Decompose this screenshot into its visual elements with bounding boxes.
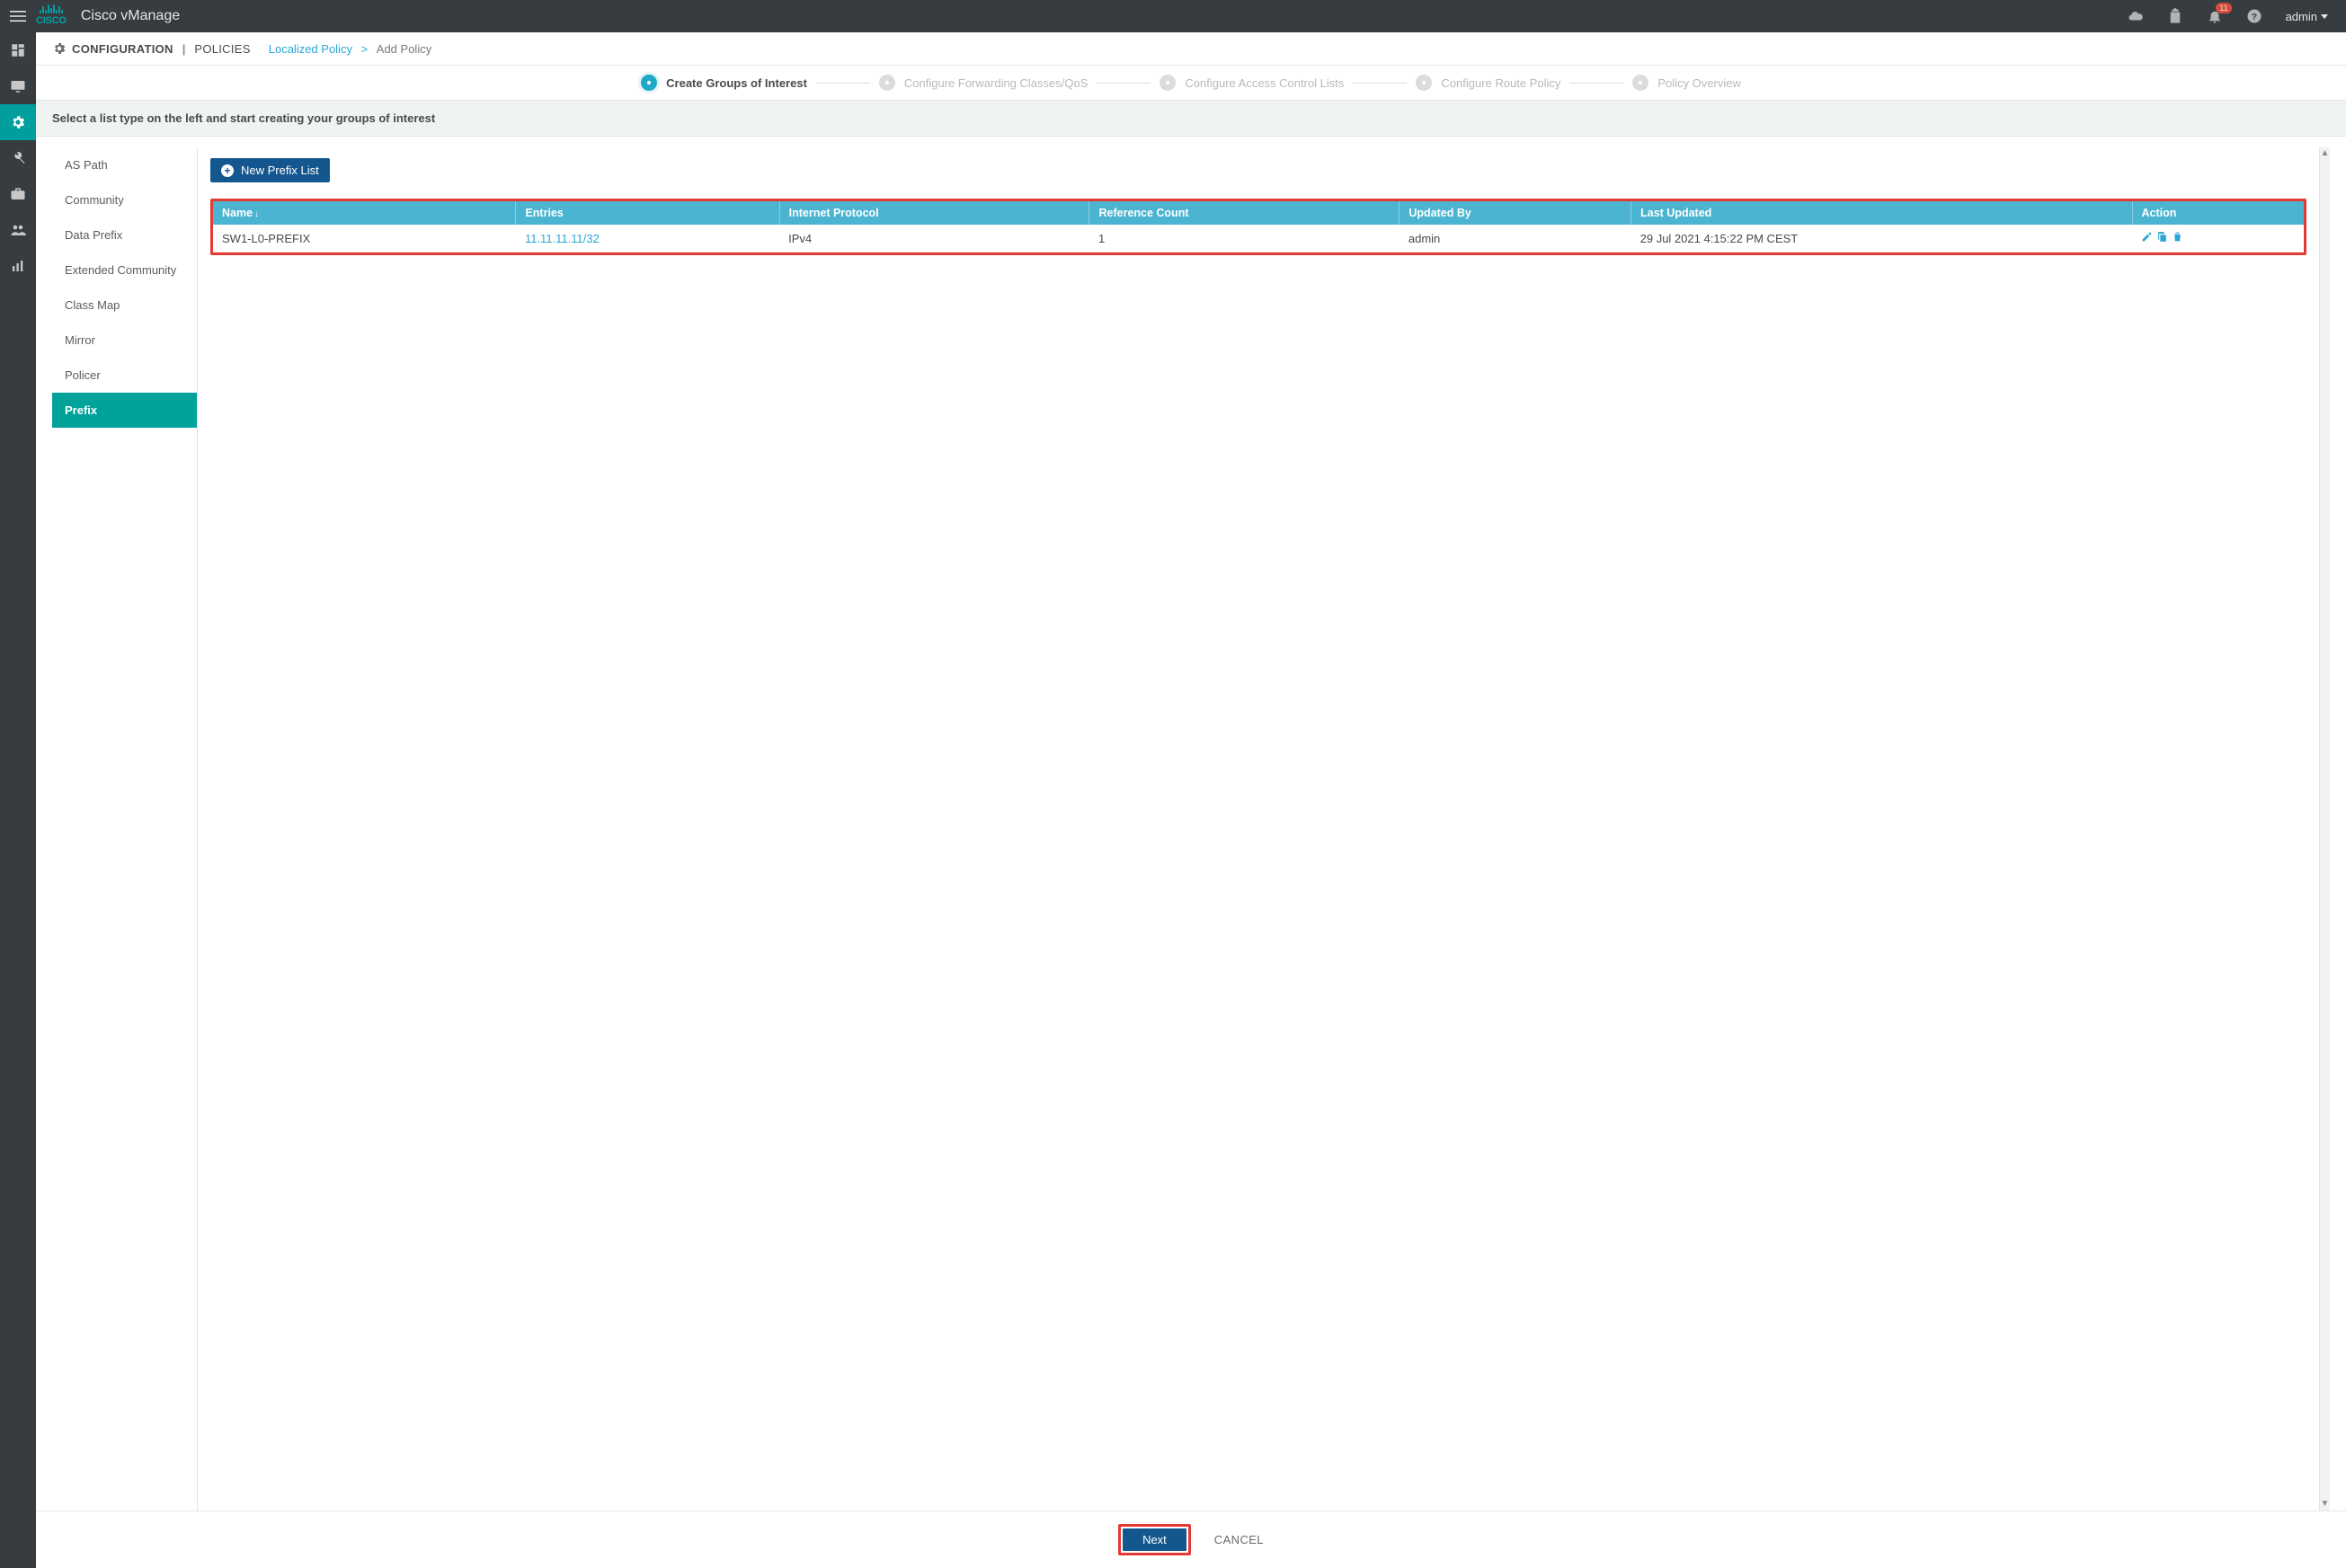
step-route[interactable]: Configure Route Policy: [1416, 75, 1560, 91]
breadcrumb-section: CONFIGURATION: [72, 42, 173, 56]
next-button[interactable]: Next: [1123, 1528, 1186, 1551]
footer-actions: Next CANCEL: [36, 1510, 2346, 1568]
bell-icon[interactable]: 11: [2207, 8, 2223, 24]
type-as-path[interactable]: AS Path: [52, 147, 197, 182]
type-data-prefix[interactable]: Data Prefix: [52, 217, 197, 252]
cloud-icon[interactable]: [2128, 8, 2144, 24]
nav-dashboard-icon[interactable]: [0, 32, 36, 68]
cell-updatedby: admin: [1400, 225, 1631, 252]
step-acl[interactable]: Configure Access Control Lists: [1160, 75, 1344, 91]
left-nav-rail: [0, 32, 36, 1568]
nav-admin-icon[interactable]: [0, 212, 36, 248]
type-policer[interactable]: Policer: [52, 358, 197, 393]
main-pane: + New Prefix List Name↓ Entries Internet…: [198, 147, 2319, 1510]
delete-icon[interactable]: [2172, 231, 2183, 245]
step-groups[interactable]: Create Groups of Interest: [641, 75, 807, 91]
instruction-text: Select a list type on the left and start…: [36, 101, 2346, 137]
scroll-up-arrow[interactable]: ▲: [2321, 149, 2330, 158]
cancel-button[interactable]: CANCEL: [1214, 1533, 1264, 1546]
vertical-scrollbar[interactable]: ▲ ▼: [2319, 147, 2330, 1510]
col-updatedby[interactable]: Updated By: [1400, 201, 1631, 225]
user-name: admin: [2286, 10, 2317, 23]
nav-monitor-icon[interactable]: [0, 68, 36, 104]
gear-icon: [52, 41, 67, 56]
list-type-sidebar: AS Path Community Data Prefix Extended C…: [52, 147, 198, 1510]
nav-analytics-icon[interactable]: [0, 248, 36, 284]
cell-entries-link[interactable]: 11.11.11.11/32: [525, 232, 600, 245]
top-bar: CISCO Cisco vManage 11 ? admin: [0, 0, 2346, 32]
scroll-down-arrow[interactable]: ▼: [2321, 1500, 2330, 1509]
type-mirror[interactable]: Mirror: [52, 323, 197, 358]
new-prefix-list-button[interactable]: + New Prefix List: [210, 158, 330, 182]
plus-icon: +: [221, 164, 234, 177]
col-lastupdated[interactable]: Last Updated: [1631, 201, 2132, 225]
content-area: CONFIGURATION | POLICIES Localized Polic…: [36, 32, 2346, 1568]
chevron-right-icon: >: [358, 42, 371, 56]
step-overview[interactable]: Policy Overview: [1632, 75, 1740, 91]
nav-maintenance-icon[interactable]: [0, 176, 36, 212]
type-prefix[interactable]: Prefix: [52, 393, 197, 428]
cell-lastupdated: 29 Jul 2021 4:15:22 PM CEST: [1631, 225, 2132, 252]
col-protocol[interactable]: Internet Protocol: [779, 201, 1089, 225]
col-refcount[interactable]: Reference Count: [1089, 201, 1400, 225]
breadcrumb-subsection: POLICIES: [194, 42, 250, 56]
wizard-steps: Create Groups of Interest Configure Forw…: [36, 66, 2346, 101]
edit-icon[interactable]: [2141, 231, 2153, 245]
user-menu[interactable]: admin: [2286, 10, 2328, 23]
type-class-map[interactable]: Class Map: [52, 288, 197, 323]
clipboard-icon[interactable]: [2167, 8, 2183, 24]
breadcrumb-current: Add Policy: [377, 42, 431, 56]
type-extended-community[interactable]: Extended Community: [52, 252, 197, 288]
prefix-list-table-highlight: Name↓ Entries Internet Protocol Referenc…: [210, 199, 2306, 255]
svg-text:?: ?: [2251, 12, 2256, 22]
step-qos[interactable]: Configure Forwarding Classes/QoS: [879, 75, 1088, 91]
chevron-down-icon: [2321, 14, 2328, 19]
notification-badge: 11: [2216, 3, 2231, 13]
copy-icon[interactable]: [2156, 231, 2168, 245]
cell-refcount: 1: [1089, 225, 1400, 252]
help-icon[interactable]: ?: [2246, 8, 2262, 24]
cisco-logo: CISCO: [36, 4, 67, 28]
nav-tools-icon[interactable]: [0, 140, 36, 176]
type-community[interactable]: Community: [52, 182, 197, 217]
col-action[interactable]: Action: [2132, 201, 2304, 225]
next-button-highlight: Next: [1118, 1524, 1191, 1555]
cell-name: SW1-L0-PREFIX: [213, 225, 516, 252]
hamburger-menu-button[interactable]: [0, 0, 36, 32]
breadcrumb: CONFIGURATION | POLICIES Localized Polic…: [36, 32, 2346, 66]
breadcrumb-link[interactable]: Localized Policy: [269, 42, 352, 56]
app-title: Cisco vManage: [81, 8, 180, 24]
table-row[interactable]: SW1-L0-PREFIX 11.11.11.11/32 IPv4 1 admi…: [213, 225, 2304, 252]
col-entries[interactable]: Entries: [516, 201, 779, 225]
cell-protocol: IPv4: [779, 225, 1089, 252]
nav-configuration-icon[interactable]: [0, 104, 36, 140]
col-name[interactable]: Name↓: [213, 201, 516, 225]
prefix-list-table: Name↓ Entries Internet Protocol Referenc…: [213, 201, 2304, 252]
